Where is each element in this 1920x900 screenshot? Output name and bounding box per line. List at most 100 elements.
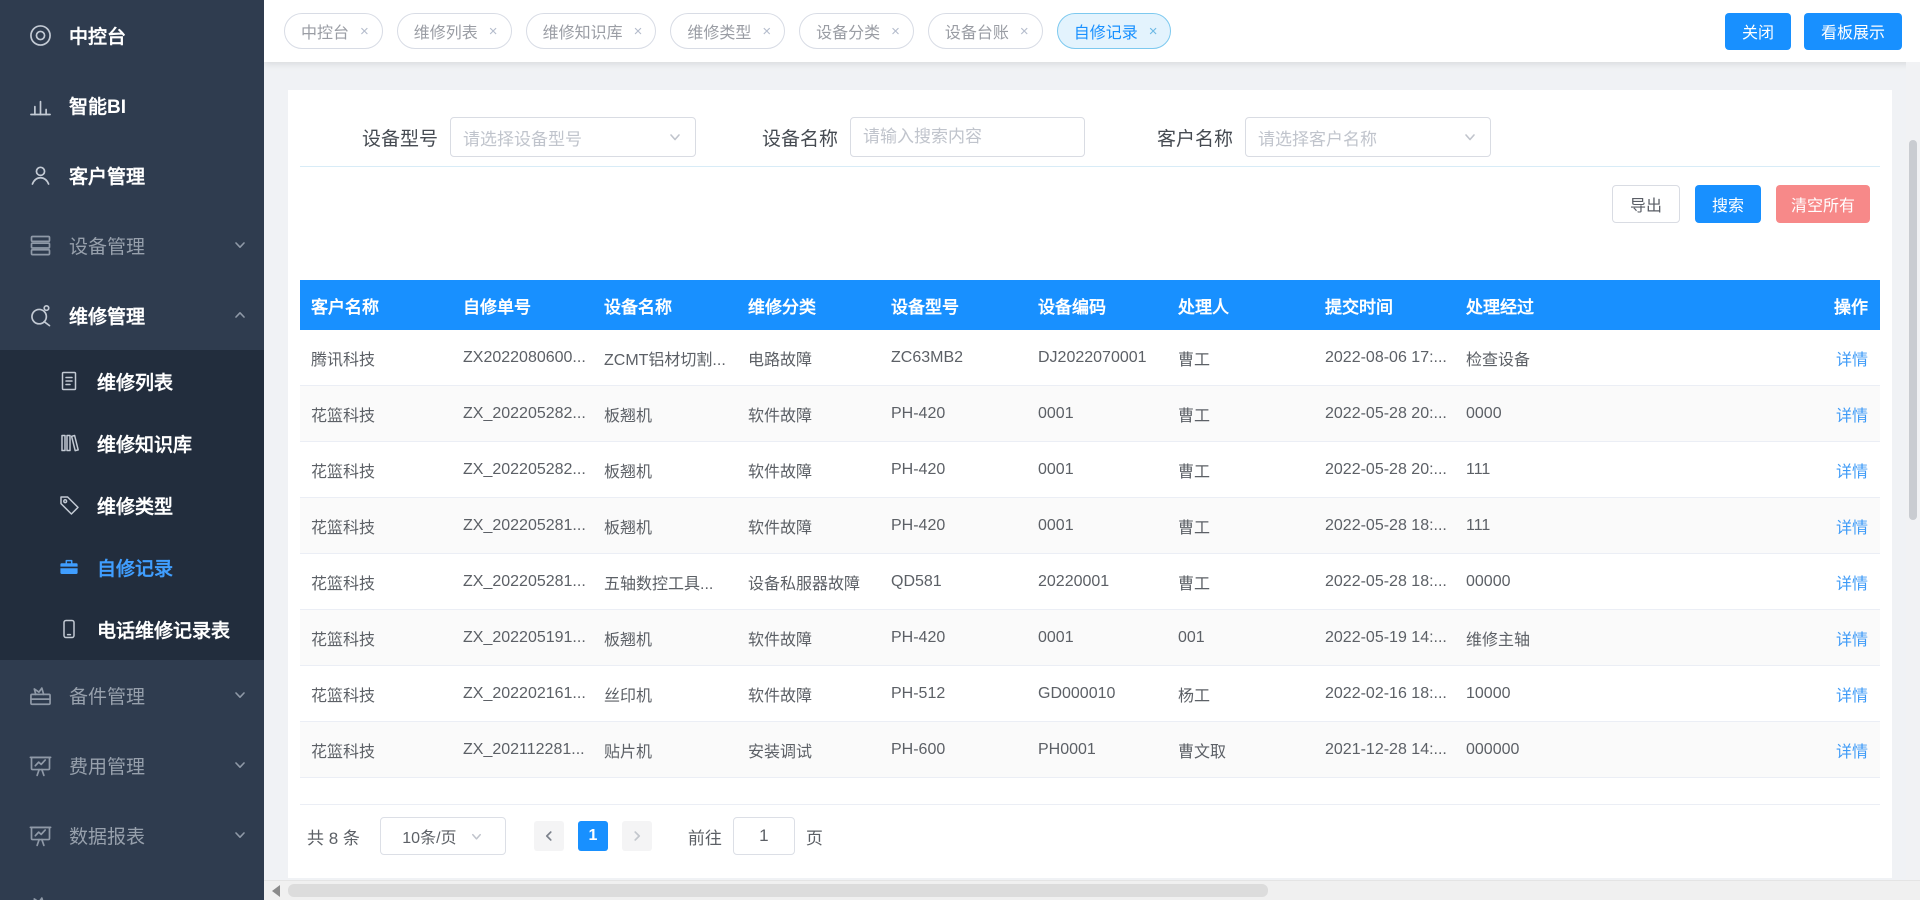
tab-device-category[interactable]: 设备分类× [799, 13, 914, 49]
customer-name-select[interactable]: 请选择客户名称 [1245, 117, 1491, 157]
cell-2: 丝印机 [593, 682, 737, 706]
device-model-select[interactable]: 请选择设备型号 [450, 117, 696, 157]
detail-link[interactable]: 详情 [1836, 458, 1868, 482]
cell-5: 0001 [1027, 461, 1167, 479]
sidebar-subitem-repair-knowledge[interactable]: 维修知识库 [0, 412, 264, 474]
detail-link[interactable]: 详情 [1836, 738, 1868, 762]
cell-5: 0001 [1027, 517, 1167, 535]
tab-repair-knowledge[interactable]: 维修知识库× [526, 13, 657, 49]
cell-5: DJ2022070001 [1027, 349, 1167, 367]
scroll-left-arrow-icon[interactable] [272, 885, 280, 897]
detail-link[interactable]: 详情 [1836, 626, 1868, 650]
column-header-5: 设备编码 [1027, 293, 1167, 318]
detail-link[interactable]: 详情 [1836, 682, 1868, 706]
sidebar-subitem-repair-list[interactable]: 维修列表 [0, 350, 264, 412]
sidebar-item-repair-mgmt[interactable]: 维修管理 [0, 280, 264, 350]
cell-3: 软件故障 [737, 514, 880, 538]
cell-2: 板翘机 [593, 514, 737, 538]
column-header-9: 操作 [1800, 293, 1880, 318]
sidebar-item-label: 维修管理 [69, 302, 145, 329]
tab-console[interactable]: 中控台× [284, 13, 383, 49]
content-card: 设备型号 请选择设备型号 设备名称 客户名称 请选择客户名称 导出 搜索 清空所… [288, 90, 1892, 878]
close-tab-icon[interactable]: × [489, 24, 498, 39]
cell-4: PH-600 [880, 741, 1027, 759]
close-button[interactable]: 关闭 [1725, 13, 1791, 50]
detail-link[interactable]: 详情 [1836, 402, 1868, 426]
cell-7: 2022-05-28 20:... [1314, 405, 1455, 423]
sidebar-item-device-mgmt[interactable]: 设备管理 [0, 210, 264, 280]
detail-link[interactable]: 详情 [1836, 346, 1868, 370]
search-button[interactable]: 搜索 [1695, 185, 1761, 223]
tab-self-repair-record[interactable]: 自修记录× [1057, 13, 1172, 49]
books-icon [57, 431, 81, 455]
close-tab-icon[interactable]: × [1020, 24, 1029, 39]
table-row: 花篮科技ZX_202112281...贴片机安装调试PH-600PH0001曹文… [300, 722, 1880, 778]
detail-link[interactable]: 详情 [1836, 514, 1868, 538]
page-number-1[interactable]: 1 [578, 821, 608, 851]
cell-5: 0001 [1027, 405, 1167, 423]
close-tab-icon[interactable]: × [1149, 24, 1158, 39]
tab-repair-type[interactable]: 维修类型× [670, 13, 785, 49]
table-row: 花篮科技ZX_202205282...板翘机软件故障PH-4200001曹工20… [300, 386, 1880, 442]
horizontal-scrollbar-thumb[interactable] [288, 884, 1268, 897]
next-page-button[interactable] [622, 821, 652, 851]
cell-1: ZX_202205281... [452, 573, 593, 591]
cell-7: 2022-05-28 18:... [1314, 573, 1455, 591]
board-display-button[interactable]: 看板展示 [1804, 13, 1902, 50]
document-icon [57, 369, 81, 393]
sidebar-subitem-repair-type[interactable]: 维修类型 [0, 474, 264, 536]
detail-link[interactable]: 详情 [1836, 570, 1868, 594]
tab-device-ledger[interactable]: 设备台账 × [928, 13, 1043, 49]
export-button[interactable]: 导出 [1612, 185, 1680, 223]
close-tab-icon[interactable]: × [634, 24, 643, 39]
tabbar: 中控台×维修列表×维修知识库×维修类型×设备分类×设备台账×自修记录× 关闭 看… [264, 0, 1920, 62]
cell-3: 软件故障 [737, 402, 880, 426]
goto-label: 前往 [688, 824, 722, 849]
cell-3: 设备私服器故障 [737, 570, 880, 594]
sidebar-subitem-self-repair-record[interactable]: 自修记录 [0, 536, 264, 598]
cell-7: 2022-02-16 18:... [1314, 685, 1455, 703]
column-header-4: 设备型号 [880, 293, 1027, 318]
cell-7: 2022-05-28 20:... [1314, 461, 1455, 479]
close-tab-icon[interactable]: × [891, 24, 900, 39]
prev-page-button[interactable] [534, 821, 564, 851]
table-row: 腾讯科技ZX2022080600...ZCMT铝材切割...电路故障ZC63MB… [300, 330, 1880, 386]
briefcase-icon [57, 555, 81, 579]
close-tab-icon[interactable]: × [360, 24, 369, 39]
close-tab-icon[interactable]: × [762, 24, 771, 39]
sidebar-item-report-mgmt[interactable]: 数据报表 [0, 800, 264, 870]
filter-device-model: 设备型号 请选择设备型号 [362, 117, 696, 157]
sidebar-subitem-label: 维修类型 [97, 492, 173, 519]
chevron-down-icon [232, 687, 248, 703]
sidebar-item-label: 客户管理 [69, 162, 145, 189]
horizontal-scrollbar[interactable] [264, 880, 1920, 900]
sidebar-item-clipped[interactable] [0, 870, 264, 900]
board-icon [27, 752, 54, 779]
sidebar-subitem-phone-repair-record[interactable]: 电话维修记录表 [0, 598, 264, 660]
cell-8: 000000 [1455, 741, 1800, 759]
chevron-down-icon [232, 827, 248, 843]
clear-all-button[interactable]: 清空所有 [1776, 185, 1870, 223]
device-name-input[interactable] [850, 117, 1085, 157]
page-size-select[interactable]: 10条/页 [380, 817, 506, 855]
tab-label: 设备台账 [945, 19, 1009, 43]
filter-divider [300, 166, 1880, 167]
sidebar-subitem-label: 电话维修记录表 [97, 616, 230, 643]
sidebar-item-spare-mgmt[interactable]: 备件管理 [0, 660, 264, 730]
tab-repair-list[interactable]: 维修列表× [397, 13, 512, 49]
sidebar-item-console[interactable]: 中控台 [0, 0, 264, 70]
sidebar-item-smart-bi[interactable]: 智能BI [0, 70, 264, 140]
sidebar-item-label: 智能BI [69, 92, 126, 119]
device-model-label: 设备型号 [362, 124, 438, 151]
column-header-1: 自修单号 [452, 293, 593, 318]
phone-icon [57, 617, 81, 641]
sidebar-item-fee-mgmt[interactable]: 费用管理 [0, 730, 264, 800]
cell-8: 10000 [1455, 685, 1800, 703]
cell-3: 电路故障 [737, 346, 880, 370]
repair-search-icon [27, 302, 54, 329]
goto-page-input[interactable] [733, 817, 795, 855]
sidebar-item-customer-mgmt[interactable]: 客户管理 [0, 140, 264, 210]
cell-2: 板翘机 [593, 402, 737, 426]
vertical-scrollbar-thumb[interactable] [1909, 140, 1917, 520]
cell-4: ZC63MB2 [880, 349, 1027, 367]
